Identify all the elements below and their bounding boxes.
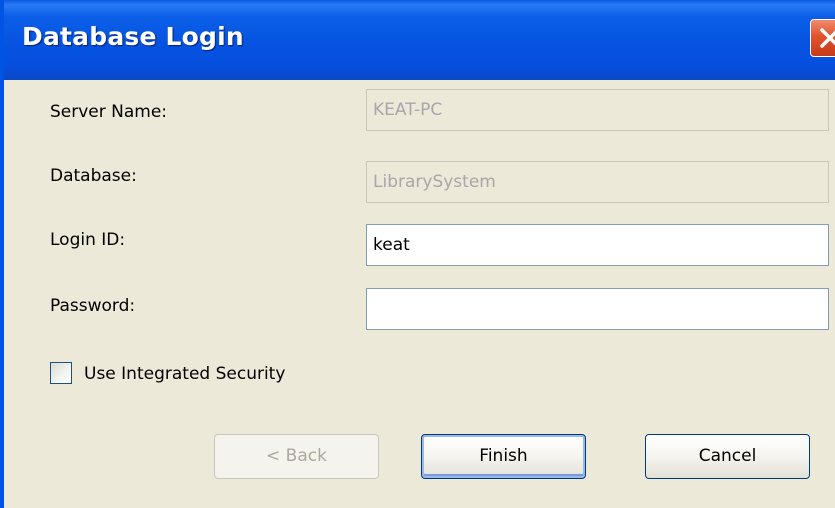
database-label: Database: xyxy=(50,166,137,186)
database-login-dialog: Database Login Server Name: Database: Lo… xyxy=(0,0,835,508)
window-title: Database Login xyxy=(22,22,244,51)
back-button[interactable]: < Back xyxy=(214,434,379,479)
cancel-button[interactable]: Cancel xyxy=(645,434,810,479)
login-id-label: Login ID: xyxy=(50,230,126,250)
password-field[interactable] xyxy=(366,288,829,330)
database-field xyxy=(366,161,829,203)
finish-button[interactable]: Finish xyxy=(421,434,586,479)
close-button[interactable] xyxy=(810,19,835,57)
integrated-security-label[interactable]: Use Integrated Security xyxy=(84,364,285,384)
integrated-security-checkbox[interactable] xyxy=(50,362,72,384)
close-icon xyxy=(820,28,835,48)
server-name-field xyxy=(366,89,829,131)
password-label: Password: xyxy=(50,296,136,316)
title-bar[interactable]: Database Login xyxy=(4,0,835,80)
login-id-field[interactable] xyxy=(366,224,829,266)
server-name-label: Server Name: xyxy=(50,102,168,122)
